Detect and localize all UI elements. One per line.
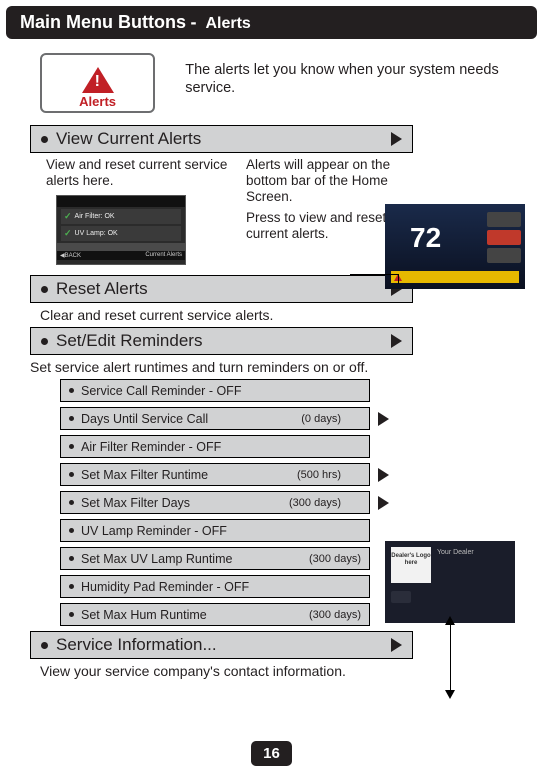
reminder-max-filter-runtime[interactable]: Set Max Filter Runtime(500 hrs) xyxy=(60,463,370,486)
alert-triangle-icon: ! xyxy=(82,67,114,93)
alert-exclaim: ! xyxy=(95,73,100,91)
thumb1-line2: ✓UV Lamp: OK xyxy=(61,226,181,241)
dealer-header: Your Dealer xyxy=(437,549,474,556)
intro-text: The alerts let you know when your system… xyxy=(185,61,523,97)
bullet-icon xyxy=(41,136,48,143)
alerts-card[interactable]: ! Alerts xyxy=(40,53,155,113)
reminder-max-filter-days[interactable]: Set Max Filter Days(300 days) xyxy=(60,491,370,514)
thumb2-alert-bar xyxy=(391,271,519,283)
vca-mid-caption1: Alerts will appear on the bottom bar of … xyxy=(246,157,396,206)
set-edit-caption: Set service alert runtimes and turn remi… xyxy=(30,359,543,375)
thumb2-sb1 xyxy=(487,212,521,227)
reminder-uv-lamp-off[interactable]: UV Lamp Reminder - OFF xyxy=(60,519,370,542)
thumb2-sb2 xyxy=(487,230,521,245)
alerts-card-label: Alerts xyxy=(79,94,116,109)
service-info-wrap: Service Information... View your service… xyxy=(0,631,543,679)
view-current-left: View and reset current service alerts he… xyxy=(46,157,236,265)
thumb2-temp: 72 xyxy=(410,222,441,254)
arrow-down-icon xyxy=(445,690,455,699)
vca-mid-caption2: Press to view and reset current alerts. xyxy=(246,210,396,242)
reminder-max-uv-runtime[interactable]: Set Max UV Lamp Runtime(300 days) xyxy=(60,547,370,570)
service-info-caption: View your service company's contact info… xyxy=(40,663,543,679)
chevron-right-icon xyxy=(391,132,402,146)
bullet-icon xyxy=(69,472,74,477)
chevron-right-icon xyxy=(391,334,402,348)
reminder-max-hum-runtime[interactable]: Set Max Hum Runtime(300 days) xyxy=(60,603,370,626)
thumb2-sidebar xyxy=(487,212,521,266)
thumb1-backrow: ◀BACKCurrent Alerts xyxy=(57,251,185,260)
connector-line xyxy=(350,274,398,275)
reset-alerts-button[interactable]: Reset Alerts xyxy=(30,275,413,303)
check-icon: ✓ xyxy=(64,211,72,222)
home-screen-thumbnail: 72 xyxy=(385,204,525,289)
dealer-logo-placeholder: Dealer's Logo here xyxy=(391,547,431,583)
view-current-mid: Alerts will appear on the bottom bar of … xyxy=(246,157,396,242)
bullet-icon xyxy=(69,556,74,561)
thumb2-sb3 xyxy=(487,248,521,263)
bullet-icon xyxy=(69,444,74,449)
intro-block: ! Alerts The alerts let you know when yo… xyxy=(40,53,523,113)
connector-line xyxy=(450,623,451,696)
vca-left-caption: View and reset current service alerts he… xyxy=(46,157,236,189)
reminder-air-filter-off[interactable]: Air Filter Reminder - OFF xyxy=(60,435,370,458)
thumb1-botrow xyxy=(57,243,185,251)
connector-line xyxy=(398,274,399,284)
service-information-button[interactable]: Service Information... xyxy=(30,631,413,659)
bullet-icon xyxy=(41,286,48,293)
bullet-icon xyxy=(41,642,48,649)
arrow-up-icon xyxy=(445,616,455,625)
bullet-icon xyxy=(69,528,74,533)
bullet-icon xyxy=(69,612,74,617)
bullet-icon xyxy=(69,584,74,589)
header-title: Main Menu Buttons xyxy=(20,12,186,32)
set-edit-label: Set/Edit Reminders xyxy=(41,331,202,351)
thumb1-topbar xyxy=(57,196,185,207)
check-icon: ✓ xyxy=(64,228,72,239)
thumb1-line1: ✓Air Filter: OK xyxy=(61,209,181,224)
dealer-tab xyxy=(391,591,411,603)
bullet-icon xyxy=(69,500,74,505)
chevron-right-icon xyxy=(378,496,389,510)
view-current-alerts-label: View Current Alerts xyxy=(41,129,201,149)
reset-alerts-label: Reset Alerts xyxy=(41,279,148,299)
chevron-right-icon xyxy=(391,638,402,652)
header-separator: - xyxy=(190,12,205,32)
bullet-icon xyxy=(41,338,48,345)
reminder-service-call-off[interactable]: Service Call Reminder - OFF xyxy=(60,379,370,402)
reminder-days-until-service[interactable]: Days Until Service Call(0 days) xyxy=(60,407,370,430)
set-edit-reminders-button[interactable]: Set/Edit Reminders xyxy=(30,327,413,355)
page-number: 16 xyxy=(251,741,292,766)
chevron-right-icon xyxy=(378,412,389,426)
view-current-alerts-button[interactable]: View Current Alerts xyxy=(30,125,413,153)
reminder-humidity-pad-off[interactable]: Humidity Pad Reminder - OFF xyxy=(60,575,370,598)
chevron-right-icon xyxy=(378,468,389,482)
current-alerts-thumbnail: ✓Air Filter: OK ✓UV Lamp: OK ◀BACKCurren… xyxy=(56,195,186,265)
bullet-icon xyxy=(69,388,74,393)
page-header: Main Menu Buttons - Alerts xyxy=(6,6,537,39)
header-crumb: Alerts xyxy=(205,15,250,32)
page-number-wrap: 16 xyxy=(0,741,543,766)
bullet-icon xyxy=(69,416,74,421)
service-info-label: Service Information... xyxy=(41,635,217,655)
dealer-info-thumbnail: Dealer's Logo here Your Dealer xyxy=(385,541,515,623)
reset-alerts-caption: Clear and reset current service alerts. xyxy=(40,307,543,323)
